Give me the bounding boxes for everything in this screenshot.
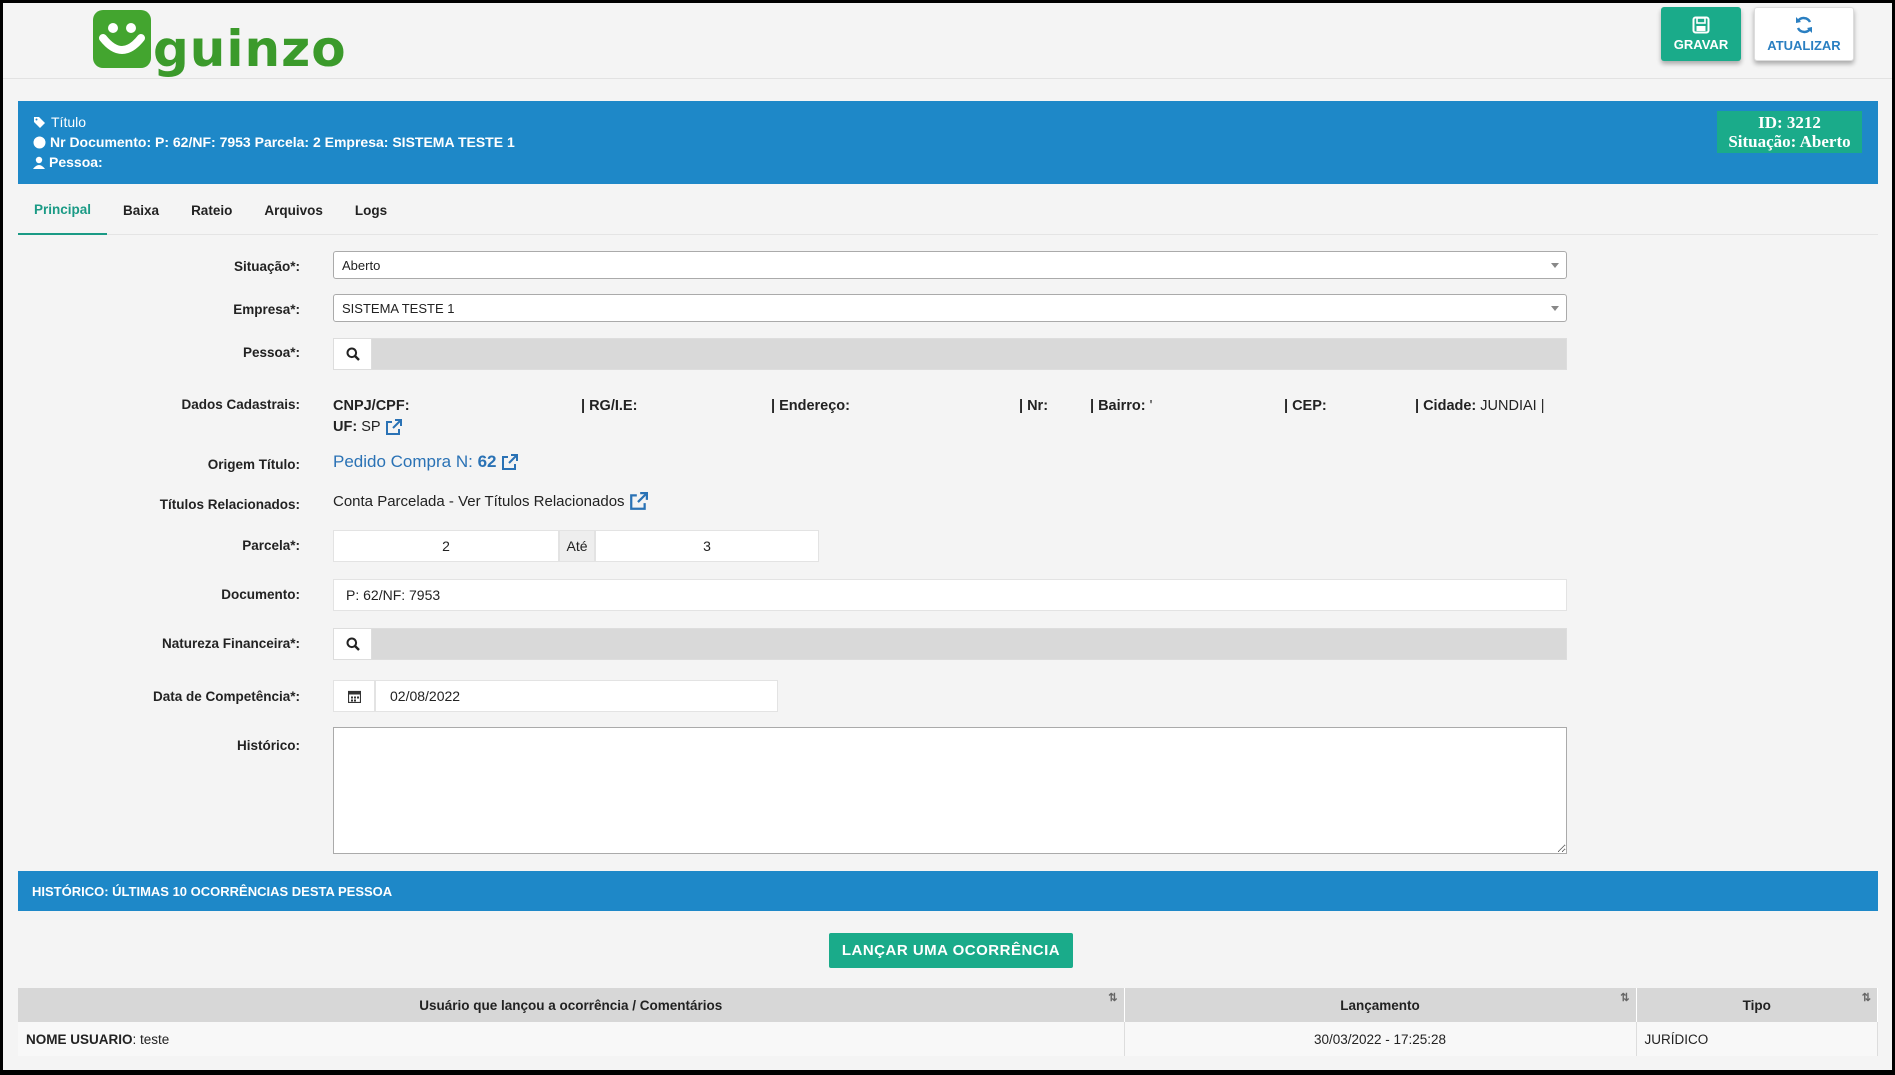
situacao-value: Aberto <box>342 257 381 273</box>
refresh-button[interactable]: ATUALIZAR <box>1754 7 1854 61</box>
tab-rateio[interactable]: Rateio <box>175 186 248 235</box>
history-section-title: HISTÓRICO: ÚLTIMAS 10 OCORRÊNCIAS DESTA … <box>18 871 1878 911</box>
bairro-value: ' <box>1149 398 1153 414</box>
documento-input[interactable]: P: 62/NF: 7953 <box>333 579 1567 611</box>
sort-icon: ⇅ <box>1108 992 1118 1004</box>
relacionados-link[interactable]: Conta Parcelada - Ver Títulos Relacionad… <box>333 492 648 511</box>
logo-text: guinzo <box>153 20 347 78</box>
origem-number: 62 <box>477 452 497 471</box>
competencia-input[interactable]: 02/08/2022 <box>375 680 778 712</box>
uf-value: SP <box>361 419 381 435</box>
dados-cadastrais: CNPJ/CPF: | RG/I.E: | Endereço: | Nr: | … <box>333 396 1573 438</box>
floppy-disk-icon <box>1692 16 1710 34</box>
app-window: guinzo GRAVAR ATUALIZAR Título Nr Docume… <box>3 3 1892 1070</box>
page-title: Título <box>51 114 87 130</box>
relacionados-text: Conta Parcelada - Ver Títulos Relacionad… <box>333 493 625 510</box>
logo: guinzo <box>93 7 347 78</box>
external-link-icon[interactable] <box>385 419 402 436</box>
title-header: Título Nr Documento: P: 62/NF: 7953 Parc… <box>18 101 1878 184</box>
record-status: Situação: Aberto <box>1728 132 1851 151</box>
user-icon <box>33 156 45 169</box>
situacao-select[interactable]: Aberto <box>333 251 1567 279</box>
parcela-from-input[interactable]: 2 <box>333 530 559 562</box>
column-header-type[interactable]: Tipo ⇅ <box>1636 988 1878 1022</box>
empresa-label: Empresa*: <box>233 302 300 317</box>
parcela-separator: Até <box>559 530 595 562</box>
column-header-date[interactable]: Lançamento ⇅ <box>1124 988 1637 1022</box>
natureza-search-button[interactable] <box>334 629 372 659</box>
tab-baixa[interactable]: Baixa <box>107 186 175 235</box>
parcela-to-input[interactable]: 3 <box>595 530 819 562</box>
person-line: Pessoa: <box>33 154 103 170</box>
save-button[interactable]: GRAVAR <box>1661 7 1741 61</box>
person-info: Pessoa: <box>49 154 103 170</box>
column-header-user[interactable]: Usuário que lançou a ocorrência / Coment… <box>18 988 1125 1022</box>
calendar-button[interactable] <box>333 680 375 712</box>
status-badge: ID: 3212 Situação: Aberto <box>1717 111 1862 153</box>
tags-icon <box>34 117 45 128</box>
cnpj-label: CNPJ/CPF: <box>333 398 410 414</box>
competencia-label: Data de Competência*: <box>152 689 300 704</box>
natureza-lookup[interactable] <box>333 628 1567 660</box>
refresh-icon <box>1796 16 1812 34</box>
parcela-label: Parcela*: <box>242 538 300 553</box>
situacao-label: Situação*: <box>233 259 300 274</box>
sort-icon: ⇅ <box>1620 992 1630 1004</box>
table-row[interactable]: NOME USUARIO: teste 30/03/2022 - 17:25:2… <box>18 1022 1878 1056</box>
origem-link[interactable]: Pedido Compra N: 62 <box>333 452 519 472</box>
endereco-label: | Endereço: <box>771 398 850 414</box>
documento-label: Documento: <box>221 587 300 602</box>
external-link-icon <box>502 453 519 470</box>
cidade-value: JUNDIAI | <box>1480 398 1545 414</box>
logo-smile-icon <box>93 10 151 68</box>
document-info: Nr Documento: P: 62/NF: 7953 Parcela: 2 … <box>50 134 515 150</box>
refresh-label: ATUALIZAR <box>1767 38 1841 53</box>
nr-label: | Nr: <box>1019 398 1049 414</box>
cell-user: NOME USUARIO: teste <box>18 1022 1125 1056</box>
natureza-label: Natureza Financeira*: <box>161 636 300 651</box>
chevron-down-icon <box>1551 306 1559 311</box>
historico-label: Histórico: <box>236 738 300 753</box>
dados-label: Dados Cadastrais: <box>181 397 300 412</box>
title-line: Título <box>33 114 86 130</box>
search-icon <box>346 637 360 651</box>
top-bar: guinzo GRAVAR ATUALIZAR <box>3 3 1892 79</box>
save-label: GRAVAR <box>1673 37 1729 52</box>
origem-label: Origem Título: <box>207 457 300 472</box>
document-line: Nr Documento: P: 62/NF: 7953 Parcela: 2 … <box>33 134 515 150</box>
empresa-select[interactable]: SISTEMA TESTE 1 <box>333 294 1567 322</box>
sort-icon: ⇅ <box>1861 992 1871 1004</box>
launch-occurrence-button[interactable]: LANÇAR UMA OCORRÊNCIA <box>829 933 1073 968</box>
pessoa-lookup[interactable] <box>333 338 1567 370</box>
tab-logs[interactable]: Logs <box>339 186 403 235</box>
historico-textarea[interactable] <box>333 727 1567 854</box>
record-id: ID: 3212 <box>1758 113 1821 132</box>
pessoa-search-button[interactable] <box>334 339 372 369</box>
tab-arquivos[interactable]: Arquivos <box>248 186 339 235</box>
uf-label: UF: <box>333 419 358 435</box>
pessoa-label: Pessoa*: <box>242 345 300 360</box>
cell-date: 30/03/2022 - 17:25:28 <box>1124 1022 1637 1056</box>
relacionados-label: Títulos Relacionados: <box>159 497 300 512</box>
history-title: HISTÓRICO: ÚLTIMAS 10 OCORRÊNCIAS DESTA … <box>32 883 393 899</box>
search-icon <box>346 347 360 361</box>
cell-type: JURÍDICO <box>1636 1022 1878 1056</box>
cep-label: | CEP: <box>1284 398 1327 414</box>
chevron-down-icon <box>1551 263 1559 268</box>
history-table: Usuário que lançou a ocorrência / Coment… <box>18 988 1878 1056</box>
empresa-value: SISTEMA TESTE 1 <box>342 300 455 316</box>
circle-icon <box>33 136 46 148</box>
cidade-label: | Cidade: <box>1415 398 1477 414</box>
calendar-icon <box>347 690 361 703</box>
external-link-icon <box>629 492 648 510</box>
origem-link-text: Pedido Compra N: <box>333 452 473 471</box>
bairro-label: | Bairro: <box>1090 398 1146 414</box>
rg-label: | RG/I.E: <box>581 398 638 414</box>
tab-bar: Principal Baixa Rateio Arquivos Logs <box>18 186 1878 235</box>
tab-principal[interactable]: Principal <box>18 186 108 235</box>
